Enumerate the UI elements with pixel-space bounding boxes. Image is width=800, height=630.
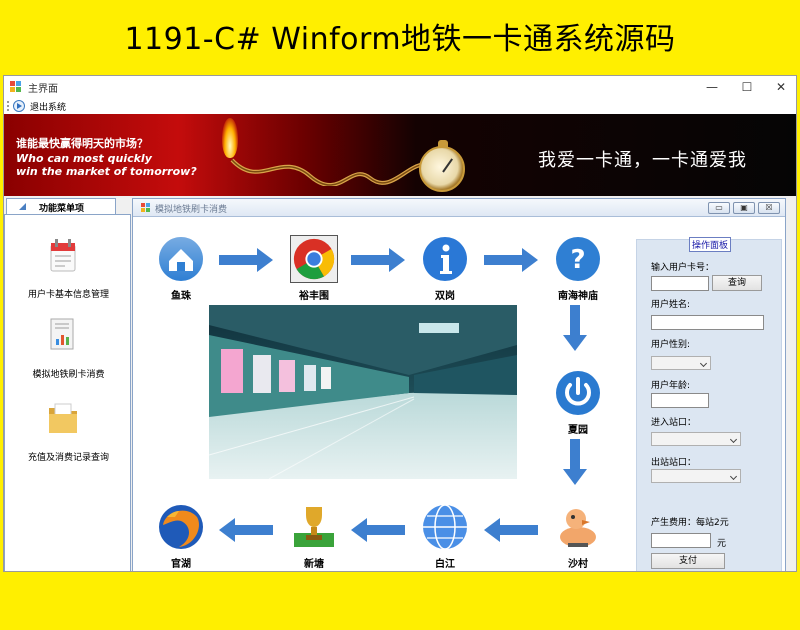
firefox-icon — [159, 505, 203, 549]
close-button[interactable]: ✕ — [764, 76, 796, 98]
help-icon: ? — [556, 237, 600, 281]
child-maximize-button[interactable]: ▣ — [733, 202, 755, 214]
exit-station-label: 出站站口： — [651, 458, 697, 468]
station-name: 南海神庙 — [558, 291, 598, 302]
station-name: 夏园 — [568, 425, 588, 436]
tab-corner-icon — [19, 203, 26, 210]
arrow-left-icon — [219, 518, 273, 542]
exit-station-select[interactable] — [651, 469, 741, 483]
globe-icon — [423, 504, 467, 550]
station-name: 双岗 — [435, 291, 455, 302]
chrome-icon — [290, 235, 338, 283]
trophy-icon — [294, 507, 334, 547]
main-titlebar[interactable]: 主界面 — ☐ ✕ — [4, 76, 796, 98]
fee-label: 产生费用：每站2元 — [651, 518, 729, 528]
nav-item-card-management[interactable]: 用户卡基本信息管理 — [5, 237, 132, 307]
app-icon — [10, 81, 22, 93]
ad-line-2: Who can most quickly — [16, 152, 152, 165]
function-menu-tab-label: 功能菜单项 — [39, 204, 85, 214]
fuse-icon — [230, 158, 426, 186]
user-age-label: 用户年龄: — [651, 381, 691, 391]
ad-banner: 谁能最快赢得明天的市场？ Who can most quickly win th… — [4, 114, 796, 196]
fee-field[interactable] — [651, 533, 711, 548]
query-button[interactable]: 查询 — [712, 275, 762, 291]
function-menu-panel: 功能菜单项 用户卡基本信息管理 模拟地铁刷卡消费 充值及消费记录查询 — [4, 198, 132, 571]
ad-line-1: 谁能最快赢得明天的市场？ — [16, 137, 148, 150]
station-name: 沙村 — [568, 559, 588, 570]
operation-panel-title: 操作面板 — [689, 237, 732, 252]
arrow-left-icon — [484, 518, 538, 542]
info-icon — [423, 237, 467, 281]
folder-icon — [49, 403, 77, 433]
nav-item-label: 充值及消费记录查询 — [27, 453, 109, 463]
home-icon — [159, 237, 203, 281]
metro-station-photo — [209, 305, 517, 479]
menu-grip — [7, 101, 9, 111]
main-window: 主界面 — ☐ ✕ 退出系统 谁能最快赢得明天的市场？ Who can most… — [3, 75, 797, 572]
ad-slogan: 我爱一卡通，一卡通爱我 — [538, 150, 747, 171]
page: 1191-C# Winform地铁一卡通系统源码 主界面 — ☐ ✕ 退出系统 — [0, 0, 800, 630]
minimize-button[interactable]: — — [695, 76, 729, 98]
user-name-field[interactable] — [651, 315, 764, 330]
page-heading: 1191-C# Winform地铁一卡通系统源码 — [124, 22, 676, 57]
flame-icon — [222, 118, 238, 158]
user-age-field[interactable] — [651, 393, 709, 408]
operation-panel: 操作面板 输入用户卡号： 查询 用户姓名: 用户性别: 用户年龄: 进入站口： … — [636, 237, 782, 571]
card-number-label: 输入用户卡号： — [651, 263, 715, 273]
card-number-input[interactable] — [651, 276, 709, 291]
pay-button[interactable]: 支付 — [651, 553, 725, 569]
pocket-watch-icon — [419, 140, 465, 192]
child-minimize-button[interactable]: ▭ — [708, 202, 730, 214]
function-menu-body: 用户卡基本信息管理 模拟地铁刷卡消费 充值及消费记录查询 — [4, 214, 132, 571]
rubber-duck-icon — [560, 509, 596, 547]
nav-item-label: 模拟地铁刷卡消费 — [32, 370, 105, 380]
exit-icon[interactable] — [13, 100, 25, 112]
swipe-simulation-window: 模拟地铁刷卡消费 ▭ ▣ ☒ 鱼珠 裕丰围 双岗 ? 南海神庙 夏园 官湖 新塘… — [132, 198, 786, 571]
station-name: 裕丰围 — [299, 291, 329, 302]
report-icon — [50, 318, 74, 350]
user-name-label: 用户姓名: — [651, 300, 691, 310]
menubar: 退出系统 — [4, 98, 796, 114]
arrow-right-icon — [219, 248, 273, 272]
station-name: 官湖 — [171, 559, 191, 570]
user-gender-select[interactable] — [651, 356, 711, 370]
fee-unit: 元 — [717, 539, 727, 549]
child-titlebar[interactable]: 模拟地铁刷卡消费 ▭ ▣ ☒ — [133, 199, 785, 217]
main-window-title: 主界面 — [28, 84, 58, 95]
arrow-down-icon — [563, 305, 587, 351]
child-app-icon — [141, 203, 151, 213]
station-name: 新塘 — [304, 559, 324, 570]
arrow-right-icon — [351, 248, 405, 272]
station-name: 鱼珠 — [171, 291, 191, 302]
card-manage-icon — [50, 239, 76, 272]
function-menu-tab[interactable]: 功能菜单项 — [6, 198, 116, 214]
arrow-right-icon — [484, 248, 538, 272]
nav-item-records-query[interactable]: 充值及消费记录查询 — [5, 400, 132, 470]
power-icon — [556, 371, 600, 415]
user-gender-label: 用户性别: — [651, 340, 691, 350]
station-name: 白江 — [435, 559, 455, 570]
entry-station-label: 进入站口： — [651, 418, 697, 428]
menu-exit-system[interactable]: 退出系统 — [30, 100, 66, 113]
maximize-button[interactable]: ☐ — [730, 76, 764, 98]
entry-station-select[interactable] — [651, 432, 741, 446]
svg-text:?: ? — [570, 245, 585, 275]
arrow-down-icon — [563, 439, 587, 485]
nav-item-simulate-swipe[interactable]: 模拟地铁刷卡消费 — [5, 317, 132, 387]
ad-line-3: win the market of tomorrow? — [16, 165, 197, 178]
nav-item-label: 用户卡基本信息管理 — [27, 290, 109, 300]
child-close-button[interactable]: ☒ — [758, 202, 780, 214]
child-window-title: 模拟地铁刷卡消费 — [155, 205, 228, 215]
arrow-left-icon — [351, 518, 405, 542]
